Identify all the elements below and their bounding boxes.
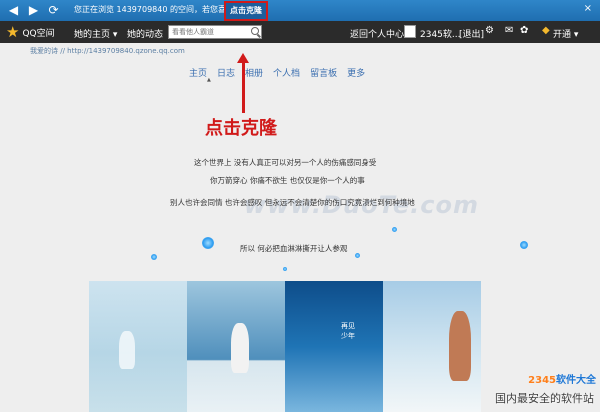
- space-content: 我爱的诗 // http://1439709840.qzone.qq.com 主…: [0, 43, 600, 412]
- breadcrumb: 我爱的诗 // http://1439709840.qzone.qq.com: [30, 46, 185, 56]
- active-tab-indicator: ▲: [207, 77, 211, 83]
- photo-caption: 再见 少年: [341, 322, 355, 340]
- tab-profile[interactable]: 个人档: [273, 66, 300, 79]
- her-homepage-menu[interactable]: 她的主页 ▾: [74, 27, 117, 40]
- brand-name-text: 软件大全: [556, 375, 596, 386]
- avatar[interactable]: [404, 25, 416, 38]
- floating-bubble: [392, 227, 397, 232]
- floating-bubble: [202, 237, 214, 249]
- username[interactable]: 2345软...: [420, 27, 461, 40]
- clone-button[interactable]: 点击克隆: [224, 1, 268, 21]
- floating-bubble: [151, 254, 157, 260]
- gear-icon[interactable]: ⚙: [485, 25, 494, 36]
- search-box: [168, 25, 262, 39]
- flower-icon[interactable]: ✿: [520, 25, 528, 36]
- qzone-toolbar: ★ QQ空间 她的主页 ▾ 她的动态 返回个人中心 2345软... [退出] …: [0, 21, 600, 43]
- qzone-logo[interactable]: ★ QQ空间: [6, 24, 55, 40]
- space-name-link[interactable]: 我爱的诗: [30, 47, 58, 55]
- tab-more[interactable]: 更多: [347, 66, 365, 79]
- poem-line-4: 所以 何必把血淋淋撕开让人参观: [240, 244, 348, 253]
- tab-album[interactable]: 相册: [245, 66, 263, 79]
- site-slogan: 国内最安全的软件站: [495, 392, 594, 405]
- photo-strip: 再见 少年: [89, 281, 482, 412]
- site-logo: 2345软件大全: [528, 371, 596, 386]
- photo-3[interactable]: 再见 少年: [285, 281, 383, 412]
- photo-1[interactable]: [89, 281, 187, 412]
- poem-line-1: 这个世界上 没有人真正可以对另一个人的伤痛感同身受: [194, 158, 377, 167]
- forward-arrow-icon[interactable]: ▶: [26, 3, 41, 18]
- search-input[interactable]: [172, 26, 248, 38]
- logout-link[interactable]: [退出]: [459, 27, 484, 40]
- photo-figure: [119, 331, 135, 369]
- floating-bubble: [283, 267, 287, 271]
- annotation-arrow: [242, 61, 245, 113]
- photo-figure: [449, 311, 471, 381]
- photo-figure: [231, 323, 249, 373]
- floating-bubble: [520, 241, 528, 249]
- close-icon[interactable]: ×: [584, 3, 592, 14]
- tab-messageboard[interactable]: 留言板: [310, 66, 337, 79]
- tab-home[interactable]: 主页: [189, 66, 207, 79]
- refresh-icon[interactable]: ⟳: [46, 3, 61, 18]
- brand-name-number: 2345: [528, 375, 556, 386]
- mail-icon[interactable]: ✉: [505, 25, 513, 36]
- clone-banner-bar: ◀ ▶ ⟳ 您正在浏览 1439709840 的空间，若您喜欢，请 点击克隆 ×: [0, 0, 600, 21]
- space-url-link[interactable]: http://1439709840.qzone.qq.com: [67, 47, 185, 55]
- path-separator: //: [58, 47, 68, 55]
- poem-line-2: 你万箭穿心 你痛不欲生 也仅仅是你一个人的事: [210, 176, 365, 185]
- search-icon[interactable]: [251, 27, 259, 35]
- back-arrow-icon[interactable]: ◀: [6, 3, 21, 18]
- open-vip-menu[interactable]: 开通 ▾: [553, 27, 578, 40]
- logo-text: QQ空间: [22, 28, 55, 39]
- star-icon: ★: [6, 23, 20, 41]
- poem-line-3: 别人也许会同情 也许会感叹 但永远不会清楚你的伤口究竟溃烂到何种境地: [170, 198, 415, 207]
- space-tabs: 主页 日志 相册 个人档 留言板 更多: [189, 66, 375, 79]
- her-feed-link[interactable]: 她的动态: [127, 27, 163, 40]
- photo-2[interactable]: [187, 281, 285, 412]
- floating-bubble: [355, 253, 360, 258]
- annotation-label: 点击克隆: [205, 118, 277, 139]
- diamond-icon: ◆: [542, 25, 550, 36]
- back-to-center-link[interactable]: 返回个人中心: [350, 27, 404, 40]
- tab-blog[interactable]: 日志: [217, 66, 235, 79]
- photo-4[interactable]: [383, 281, 481, 412]
